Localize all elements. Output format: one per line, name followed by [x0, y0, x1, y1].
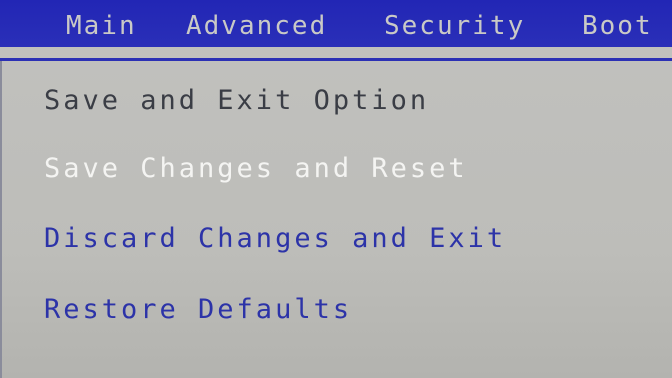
- tab-main[interactable]: Main: [66, 11, 137, 41]
- restore-defaults-option[interactable]: Restore Defaults: [44, 294, 352, 326]
- tab-boot[interactable]: Boot: [582, 11, 653, 41]
- section-title: Save and Exit Option: [44, 85, 430, 116]
- tab-advanced[interactable]: Advanced: [186, 11, 327, 41]
- menu-bar: Main Advanced Security Boot: [0, 0, 672, 47]
- discard-changes-and-exit-option[interactable]: Discard Changes and Exit: [44, 223, 506, 255]
- bios-screen: Main Advanced Security Boot Save and Exi…: [0, 0, 672, 378]
- save-changes-and-reset-option[interactable]: Save Changes and Reset: [44, 153, 468, 185]
- tab-security[interactable]: Security: [384, 11, 525, 41]
- save-exit-panel: Save and Exit Option Save Changes and Re…: [0, 58, 672, 378]
